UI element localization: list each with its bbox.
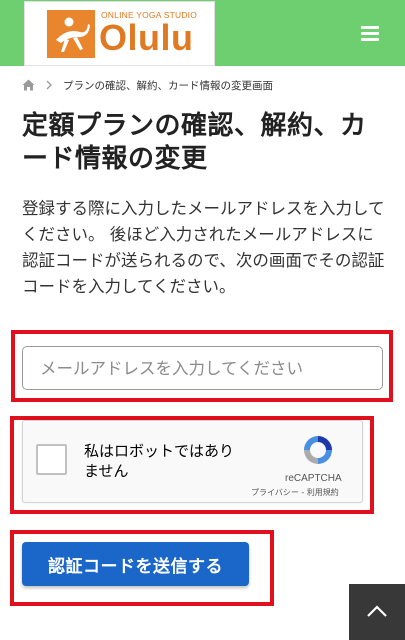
- page-description: 登録する際に入力したメールアドレスを入力してください。 後ほど入力されたメールア…: [22, 199, 385, 296]
- send-code-button[interactable]: 認証コードを送信する: [22, 542, 249, 586]
- email-input[interactable]: [22, 346, 383, 390]
- chevron-up-icon: [367, 605, 387, 617]
- recaptcha-brand: reCAPTCHA: [285, 473, 342, 484]
- chevron-right-icon: [45, 80, 53, 90]
- recaptcha-widget: 私はロボットではありません reCAPTCHA プライバシー - 利用規約: [22, 420, 363, 503]
- breadcrumb: プランの確認、解約、カード情報の変更画面: [22, 77, 273, 93]
- site-header: ONLINE YOGA STUDIO Olulu: [0, 0, 405, 66]
- scroll-to-top-button[interactable]: [349, 584, 405, 640]
- recaptcha-privacy-terms-links[interactable]: プライバシー - 利用規約: [251, 487, 339, 498]
- page-title: 定額プランの確認、解約、カード情報の変更: [22, 111, 367, 174]
- home-icon[interactable]: [22, 79, 35, 91]
- yoga-logo-icon: [47, 10, 95, 58]
- breadcrumb-current: プランの確認、解約、カード情報の変更画面: [63, 79, 273, 92]
- recaptcha-checkbox[interactable]: [36, 444, 67, 475]
- site-logo[interactable]: ONLINE YOGA STUDIO Olulu: [24, 1, 215, 66]
- menu-hamburger-icon[interactable]: [361, 26, 379, 41]
- recaptcha-logo-icon: [301, 433, 335, 467]
- recaptcha-label: 私はロボットではありません: [84, 442, 235, 480]
- logo-wordmark: Olulu: [99, 17, 194, 58]
